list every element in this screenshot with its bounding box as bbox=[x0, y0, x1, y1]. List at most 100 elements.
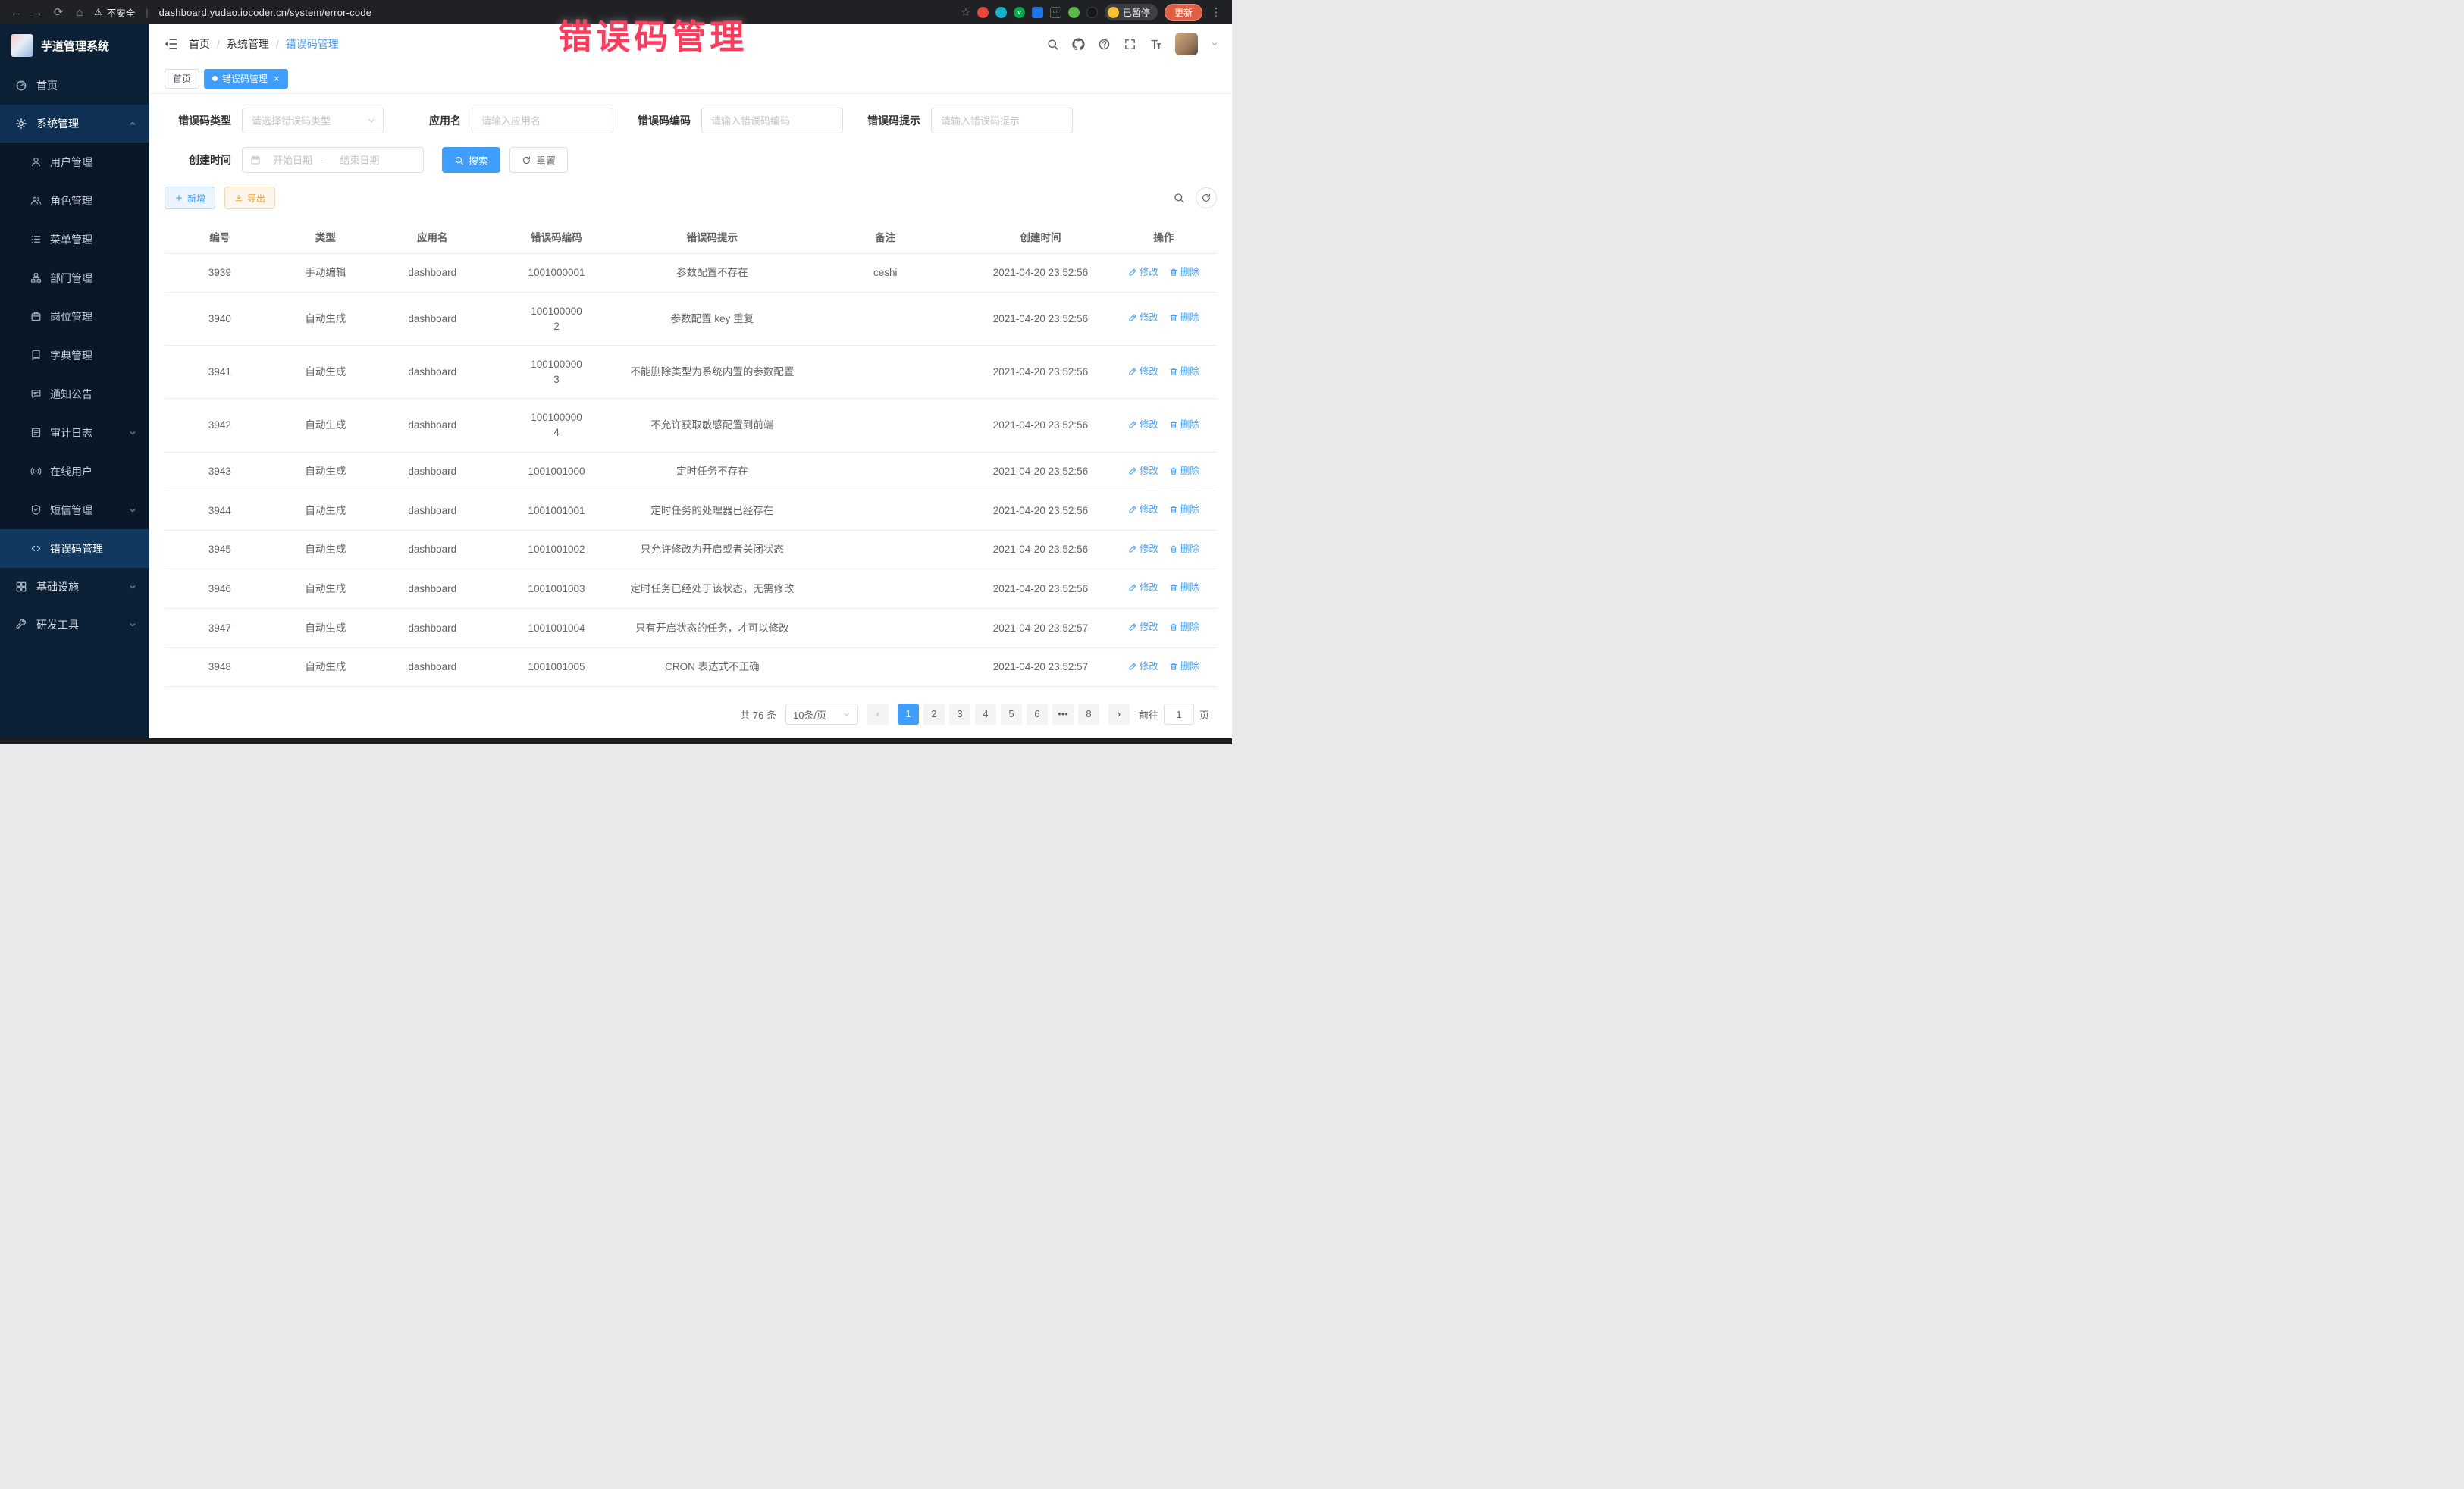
page-button[interactable]: 3 bbox=[949, 704, 970, 725]
bookmark-star-icon[interactable]: ☆ bbox=[961, 6, 970, 19]
delete-link[interactable]: 删除 bbox=[1169, 365, 1199, 378]
refresh-table-button[interactable] bbox=[1196, 187, 1217, 208]
sidebar-subitem[interactable]: 短信管理 bbox=[0, 491, 149, 529]
edit-link[interactable]: 修改 bbox=[1128, 503, 1158, 516]
edit-link[interactable]: 修改 bbox=[1128, 418, 1158, 431]
date-start-input[interactable] bbox=[264, 155, 321, 166]
sidebar-item-system[interactable]: 系统管理 bbox=[0, 105, 149, 143]
extension-icon[interactable]: on bbox=[1050, 7, 1061, 18]
cell-id: 3940 bbox=[165, 293, 275, 346]
github-icon[interactable] bbox=[1072, 38, 1085, 51]
chevron-down-icon[interactable] bbox=[1211, 40, 1218, 48]
sidebar-fold-icon[interactable] bbox=[163, 36, 178, 52]
toggle-search-icon[interactable] bbox=[1173, 192, 1185, 204]
tab-home[interactable]: 首页 bbox=[165, 69, 199, 89]
browser-update-button[interactable]: 更新 bbox=[1165, 4, 1202, 21]
sidebar-subitem[interactable]: 角色管理 bbox=[0, 181, 149, 220]
delete-link[interactable]: 删除 bbox=[1169, 265, 1199, 279]
sidebar-item[interactable]: 基础设施 bbox=[0, 568, 149, 606]
cell-id: 3942 bbox=[165, 399, 275, 452]
sidebar-item[interactable]: 研发工具 bbox=[0, 606, 149, 644]
page-button[interactable]: ••• bbox=[1052, 704, 1074, 725]
edit-link[interactable]: 修改 bbox=[1128, 311, 1158, 324]
sidebar-subitem[interactable]: 错误码管理 bbox=[0, 529, 149, 568]
delete-icon bbox=[1169, 583, 1178, 592]
delete-link[interactable]: 删除 bbox=[1169, 542, 1199, 556]
edit-link[interactable]: 修改 bbox=[1128, 464, 1158, 478]
date-end-input[interactable] bbox=[331, 155, 388, 166]
sidebar-subitem[interactable]: 在线用户 bbox=[0, 452, 149, 491]
page-button[interactable]: 5 bbox=[1001, 704, 1022, 725]
filter-input[interactable] bbox=[931, 108, 1073, 133]
filter-input[interactable] bbox=[242, 108, 384, 133]
tab-error-code[interactable]: 错误码管理 × bbox=[204, 69, 288, 89]
extension-icon[interactable] bbox=[1086, 7, 1098, 18]
page-size-select[interactable]: 10条/页 bbox=[785, 704, 858, 725]
sidebar-subitem[interactable]: 审计日志 bbox=[0, 413, 149, 452]
kebab-menu-icon[interactable]: ⋮ bbox=[1209, 5, 1223, 19]
help-icon[interactable] bbox=[1098, 38, 1111, 51]
filter-input[interactable] bbox=[472, 108, 613, 133]
breadcrumb-separator: / bbox=[276, 38, 279, 50]
cell-error-message: 只有开启状态的任务，才可以修改 bbox=[625, 609, 801, 648]
security-indicator[interactable]: ⚠ 不安全 bbox=[94, 5, 135, 20]
goto-page-input[interactable] bbox=[1164, 704, 1194, 725]
edit-link[interactable]: 修改 bbox=[1128, 542, 1158, 556]
fullscreen-icon[interactable] bbox=[1124, 38, 1136, 51]
prev-page-button[interactable]: ‹ bbox=[867, 704, 889, 725]
search-button[interactable]: 搜索 bbox=[442, 147, 500, 173]
sidebar-subitem[interactable]: 岗位管理 bbox=[0, 297, 149, 336]
date-range-picker[interactable]: - bbox=[242, 147, 424, 173]
export-button[interactable]: 导出 bbox=[224, 187, 275, 209]
delete-link[interactable]: 删除 bbox=[1169, 660, 1199, 673]
extension-icon[interactable]: v bbox=[1014, 7, 1025, 18]
cell-created-time: 2021-04-20 23:52:57 bbox=[970, 609, 1111, 648]
sidebar-item-home[interactable]: 首页 bbox=[0, 67, 149, 105]
sidebar-subitem[interactable]: 用户管理 bbox=[0, 143, 149, 181]
back-icon[interactable]: ← bbox=[9, 6, 23, 19]
sidebar-subitem[interactable]: 字典管理 bbox=[0, 336, 149, 375]
delete-link[interactable]: 删除 bbox=[1169, 581, 1199, 594]
delete-link[interactable]: 删除 bbox=[1169, 503, 1199, 516]
table-row: 3944 自动生成 dashboard 1001001001 定时任务的处理器已… bbox=[165, 491, 1217, 531]
page-button[interactable]: 1 bbox=[898, 704, 919, 725]
edit-link[interactable]: 修改 bbox=[1128, 365, 1158, 378]
next-page-button[interactable]: › bbox=[1108, 704, 1130, 725]
delete-link[interactable]: 删除 bbox=[1169, 620, 1199, 634]
page-button[interactable]: 2 bbox=[923, 704, 945, 725]
home-icon[interactable]: ⌂ bbox=[73, 6, 86, 19]
font-size-icon[interactable] bbox=[1149, 38, 1162, 51]
page-button[interactable]: 4 bbox=[975, 704, 996, 725]
extension-icon[interactable] bbox=[1068, 7, 1080, 18]
breadcrumb-system[interactable]: 系统管理 bbox=[227, 36, 269, 52]
extension-icon[interactable] bbox=[995, 7, 1007, 18]
forward-icon[interactable]: → bbox=[30, 6, 44, 19]
reload-icon[interactable]: ⟳ bbox=[52, 5, 65, 19]
edit-link[interactable]: 修改 bbox=[1128, 620, 1158, 634]
tab-label: 错误码管理 bbox=[222, 72, 268, 85]
tab-close-icon[interactable]: × bbox=[274, 74, 280, 83]
user-avatar[interactable] bbox=[1175, 33, 1198, 55]
page-button[interactable]: 6 bbox=[1027, 704, 1048, 725]
sidebar-subitem[interactable]: 通知公告 bbox=[0, 375, 149, 413]
filter-input[interactable] bbox=[701, 108, 843, 133]
search-icon[interactable] bbox=[1046, 38, 1059, 51]
extension-icon[interactable] bbox=[1032, 7, 1043, 18]
page-button[interactable]: 8 bbox=[1078, 704, 1099, 725]
delete-link[interactable]: 删除 bbox=[1169, 418, 1199, 431]
sidebar-subitem[interactable]: 部门管理 bbox=[0, 259, 149, 297]
breadcrumb-home[interactable]: 首页 bbox=[189, 36, 210, 52]
address-bar[interactable]: dashboard.yudao.iocoder.cn/system/error-… bbox=[159, 7, 372, 18]
reset-button[interactable]: 重置 bbox=[509, 147, 568, 173]
sidebar-subitem[interactable]: 菜单管理 bbox=[0, 220, 149, 259]
profile-paused-badge[interactable]: 已暂停 bbox=[1105, 4, 1158, 20]
delete-link[interactable]: 删除 bbox=[1169, 311, 1199, 324]
add-button[interactable]: 新增 bbox=[165, 187, 215, 209]
edit-link[interactable]: 修改 bbox=[1128, 265, 1158, 279]
edit-link[interactable]: 修改 bbox=[1128, 660, 1158, 673]
cell-actions: 修改 删除 bbox=[1111, 346, 1217, 399]
menu-item-icon bbox=[30, 272, 42, 284]
edit-link[interactable]: 修改 bbox=[1128, 581, 1158, 594]
extension-icon[interactable] bbox=[977, 7, 989, 18]
delete-link[interactable]: 删除 bbox=[1169, 464, 1199, 478]
